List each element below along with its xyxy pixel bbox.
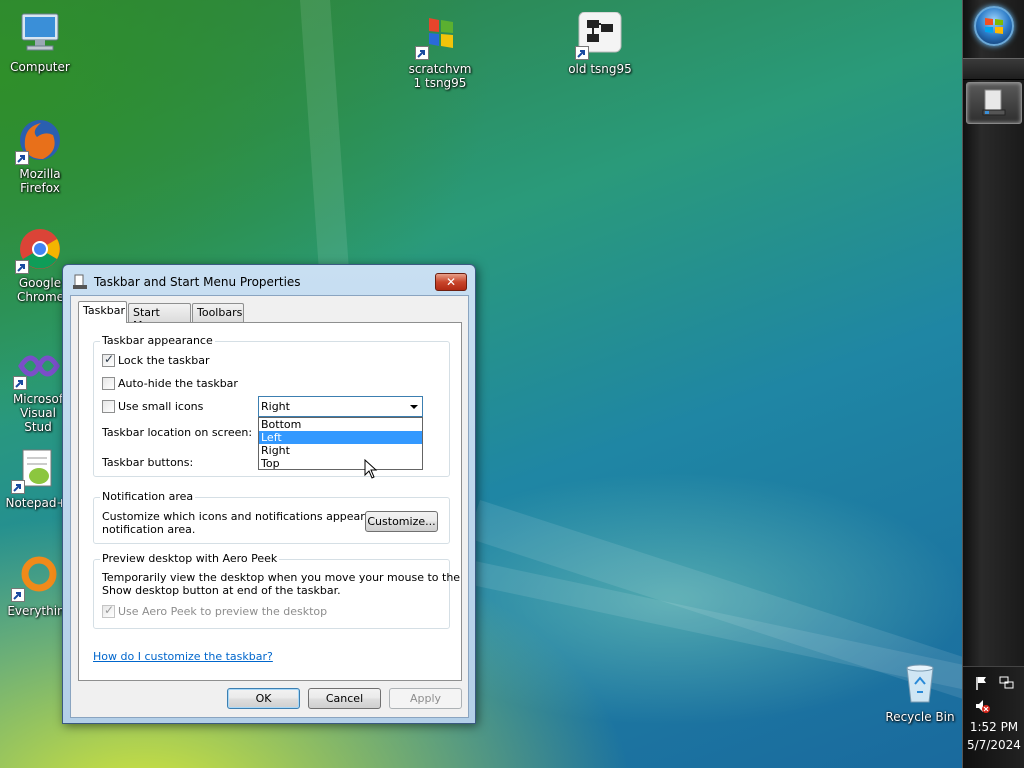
checkbox-label: Use Aero Peek to preview the desktop <box>118 605 328 618</box>
taskbar-properties-window-button[interactable] <box>966 82 1022 124</box>
select-value: Right <box>261 400 290 413</box>
volume-muted-icon[interactable] <box>974 698 990 714</box>
checkbox-box[interactable] <box>102 377 115 390</box>
dialog-titlebar[interactable]: Taskbar and Start Menu Properties ✕ <box>63 265 475 299</box>
taskbar: 1:52 PM 5/7/2024 <box>962 0 1024 768</box>
shortcut-arrow-icon <box>415 46 429 60</box>
shortcut-arrow-icon <box>11 588 25 602</box>
chevron-down-icon[interactable] <box>406 397 422 416</box>
scratchvm-desktop-icon[interactable]: scratchvm 1 tsng95 <box>400 12 480 90</box>
checkbox-box[interactable] <box>102 352 115 367</box>
dropdown-option-right[interactable]: Right <box>259 444 422 457</box>
desktop-icon-label: Recycle Bin <box>885 710 955 724</box>
taskbar-properties-icon <box>72 274 88 290</box>
computer-icon <box>17 10 63 56</box>
network-share-icon <box>575 11 623 60</box>
taskbar-location-dropdown: Bottom Left Right Top <box>258 417 423 470</box>
taskbar-location-label: Taskbar location on screen: <box>102 426 253 439</box>
shortcut-arrow-icon <box>11 480 25 494</box>
notification-description: Customize which icons and notifications … <box>102 510 400 523</box>
checkbox-label: Use small icons <box>118 400 204 413</box>
dropdown-option-top[interactable]: Top <box>259 457 422 470</box>
desktop-icon-label: scratchvm 1 tsng95 <box>408 62 472 90</box>
group-title: Preview desktop with Aero Peek <box>100 552 280 565</box>
notepad-plus-icon <box>11 446 59 494</box>
recycle-bin-desktop-icon[interactable]: Recycle Bin <box>880 660 960 724</box>
shortcut-arrow-icon <box>15 151 29 165</box>
notification-description-line2: notification area. <box>102 523 196 536</box>
cancel-button[interactable]: Cancel <box>308 688 381 709</box>
close-button[interactable]: ✕ <box>435 273 467 291</box>
customize-button[interactable]: Customize... <box>365 511 438 532</box>
ok-button[interactable]: OK <box>227 688 300 709</box>
start-button[interactable] <box>974 6 1014 46</box>
desktop-icon-label: Computer <box>10 60 70 74</box>
chrome-icon <box>15 226 63 274</box>
dialog-title: Taskbar and Start Menu Properties <box>94 275 301 289</box>
checkbox-box[interactable] <box>102 400 115 413</box>
taskbar-buttons-label: Taskbar buttons: <box>102 456 194 469</box>
desktop-icon-label: Mozilla Firefox <box>19 167 61 195</box>
tab-start-menu[interactable]: Start Menu <box>128 303 191 332</box>
taskbar-location-select[interactable]: Right <box>258 396 423 417</box>
aero-peek-description: Temporarily view the desktop when you mo… <box>102 571 461 584</box>
checkbox-box <box>102 603 115 618</box>
windows-logo-icon <box>985 18 1003 34</box>
group-title: Taskbar appearance <box>100 334 215 347</box>
old-tsng95-desktop-icon[interactable]: old tsng95 <box>560 11 640 76</box>
everything-icon <box>11 554 59 602</box>
group-title: Notification area <box>100 490 196 503</box>
aero-peek-group: Preview desktop with Aero Peek Temporari… <box>93 552 460 629</box>
shortcut-arrow-icon <box>13 376 27 390</box>
taskbar-divider <box>963 58 1024 80</box>
firefox-icon <box>15 117 63 165</box>
dropdown-option-bottom[interactable]: Bottom <box>259 418 422 431</box>
tab-toolbars[interactable]: Toolbars <box>192 303 244 322</box>
network-icon[interactable] <box>998 675 1014 691</box>
notification-area-group: Notification area Customize which icons … <box>93 490 450 544</box>
apply-button: Apply <box>389 688 462 709</box>
clock-date[interactable]: 5/7/2024 <box>963 738 1024 752</box>
recycle-bin-icon <box>897 660 943 706</box>
desktop-icon-label: Notepad+ <box>5 496 67 510</box>
checkbox-label: Auto-hide the taskbar <box>118 377 238 390</box>
tab-label: Taskbar <box>83 304 125 317</box>
visual-studio-icon <box>13 342 61 390</box>
desktop-icon-label: Everythin <box>7 604 65 618</box>
shortcut-arrow-icon <box>15 260 29 274</box>
system-tray: 1:52 PM 5/7/2024 <box>963 666 1024 768</box>
taskbar-properties-dialog: Taskbar and Start Menu Properties ✕ Task… <box>62 264 476 724</box>
firefox-desktop-icon[interactable]: Mozilla Firefox <box>0 117 80 195</box>
mouse-cursor-icon <box>364 458 378 482</box>
desktop-icon-label: Microsof Visual Stud <box>12 392 64 434</box>
taskbar-tab-panel: Taskbar appearance Lock the taskbar Auto… <box>78 322 462 681</box>
tab-label: Toolbars <box>197 306 243 319</box>
help-link[interactable]: How do I customize the taskbar? <box>93 650 273 663</box>
taskbar-properties-icon <box>982 89 1006 116</box>
clock-time[interactable]: 1:52 PM <box>963 720 1024 734</box>
tab-taskbar[interactable]: Taskbar <box>78 301 127 323</box>
aero-peek-description-line2: Show desktop button at end of the taskba… <box>102 584 341 597</box>
shortcut-arrow-icon <box>575 46 589 60</box>
desktop-icon-label: old tsng95 <box>568 62 632 76</box>
desktop-icon-label: Google Chrome <box>17 276 65 304</box>
windows-flag-icon <box>415 12 463 60</box>
dialog-body: Taskbar Start Menu Toolbars Taskbar appe… <box>70 295 469 718</box>
action-center-flag-icon[interactable] <box>974 675 990 691</box>
computer-desktop-icon[interactable]: Computer <box>0 10 80 74</box>
dropdown-option-left[interactable]: Left <box>259 431 422 444</box>
checkbox-label: Lock the taskbar <box>118 354 210 367</box>
